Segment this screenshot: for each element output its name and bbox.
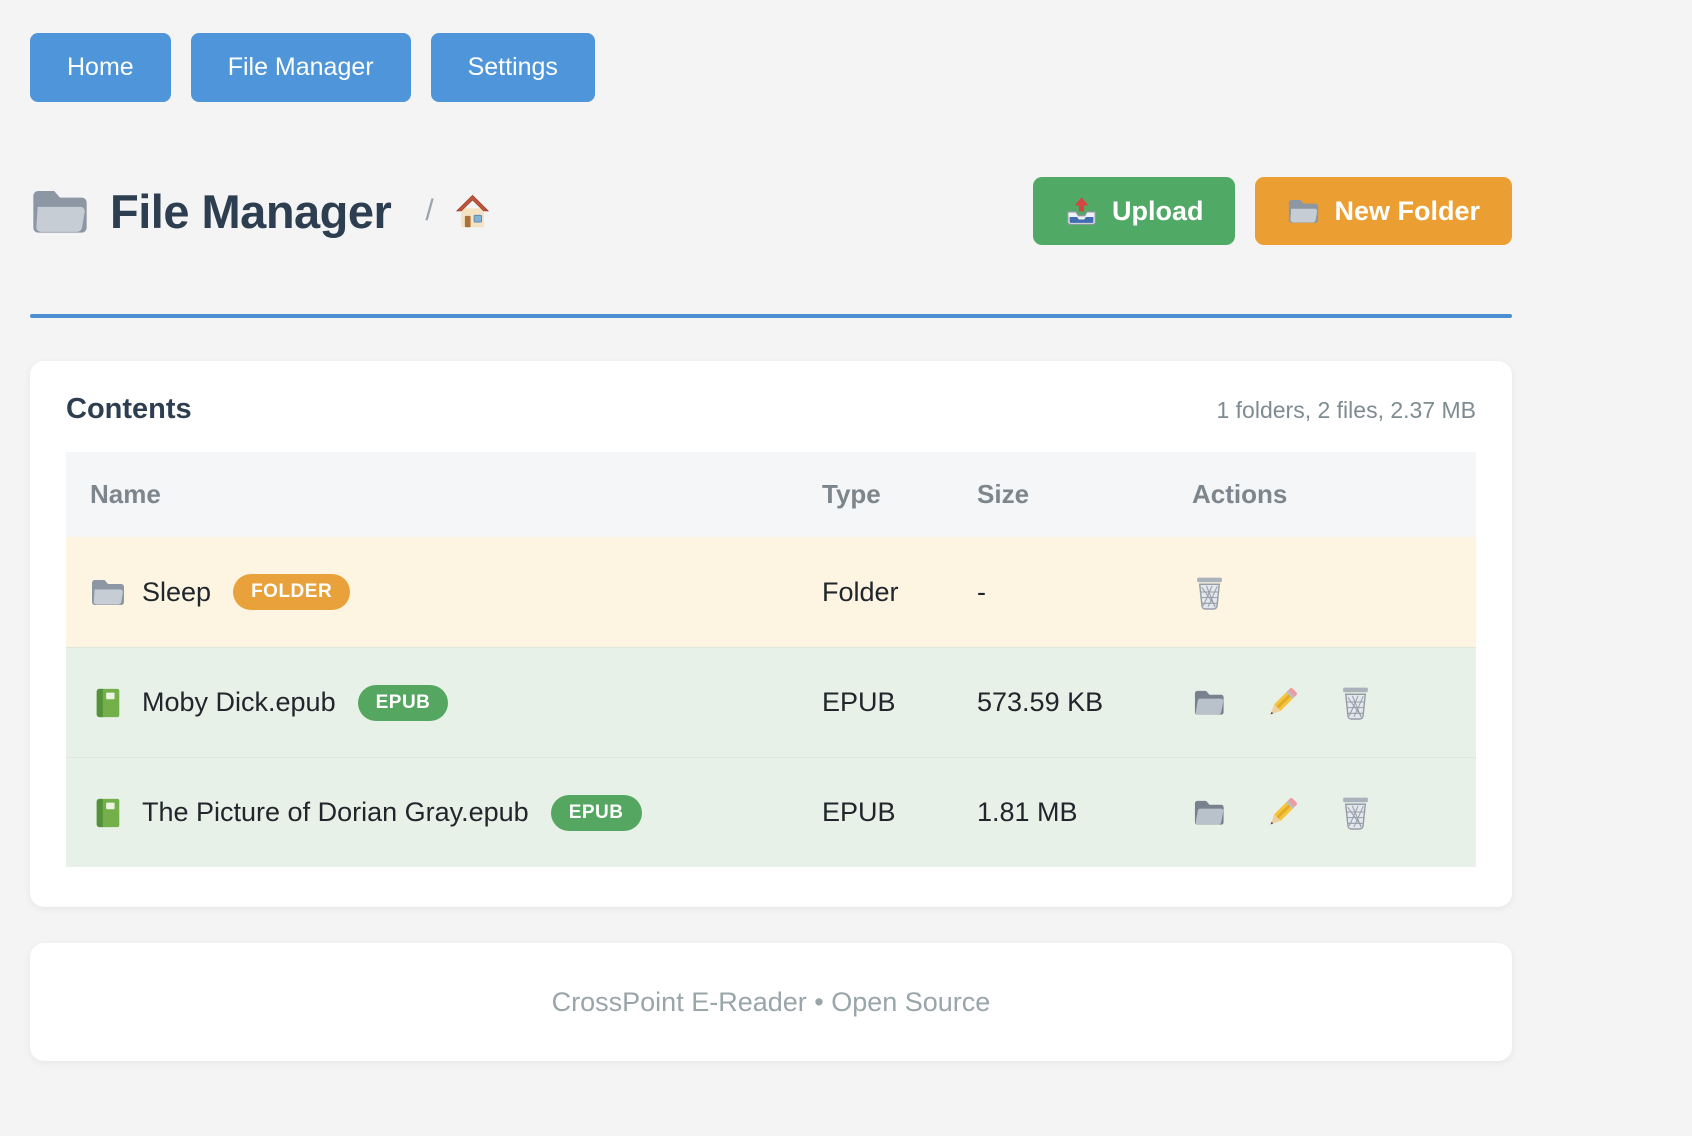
house-icon[interactable] [454, 193, 491, 230]
actions-cell [1192, 685, 1476, 720]
table-row: The Picture of Dorian Gray.epubEPUBEPUB1… [66, 757, 1476, 867]
page: Home File Manager Settings File Manager … [0, 0, 1512, 1061]
name-cell: Moby Dick.epub EPUB [90, 685, 822, 721]
contents-title: Contents [66, 393, 192, 426]
file-name[interactable]: The Picture of Dorian Gray.epub [142, 797, 529, 828]
upload-button-label: Upload [1112, 196, 1204, 227]
title-divider [30, 314, 1512, 318]
new-folder-button-label: New Folder [1334, 196, 1480, 227]
size-cell: - [977, 577, 1192, 608]
table-row: Moby Dick.epubEPUBEPUB573.59 KB [66, 647, 1476, 757]
file-name[interactable]: Sleep [142, 577, 211, 608]
column-header-name: Name [90, 479, 822, 510]
type-badge: EPUB [551, 795, 642, 831]
page-title: File Manager [110, 184, 391, 239]
pencil-icon[interactable] [1265, 685, 1300, 720]
breadcrumb-separator: / [425, 194, 433, 228]
open-folder-icon[interactable] [1192, 685, 1227, 720]
file-table: Name Type Size Actions Sleep FOLDER Folder… [66, 452, 1476, 867]
trash-icon[interactable] [1338, 795, 1373, 830]
trash-icon[interactable] [1338, 685, 1373, 720]
size-cell: 1.81 MB [977, 797, 1192, 828]
new-folder-button[interactable]: New Folder [1255, 177, 1512, 245]
open-folder-icon[interactable] [1192, 795, 1227, 830]
footer-text: CrossPoint E-Reader • Open Source [552, 987, 991, 1018]
actions-cell [1192, 575, 1476, 610]
size-cell: 573.59 KB [977, 687, 1192, 718]
type-cell: Folder [822, 577, 977, 608]
folder-icon [1287, 196, 1320, 226]
upload-button[interactable]: Upload [1033, 177, 1236, 245]
header-actions: Upload New Folder [1033, 177, 1512, 245]
book-icon [90, 797, 126, 829]
name-cell: Sleep FOLDER [90, 574, 822, 610]
trash-icon[interactable] [1192, 575, 1227, 610]
file-name[interactable]: Moby Dick.epub [142, 687, 336, 718]
table-row: Sleep FOLDER Folder- [66, 537, 1476, 647]
nav-file-manager-button[interactable]: File Manager [191, 33, 411, 102]
page-header: File Manager / Upload New Folder [30, 168, 1512, 254]
folder-icon [30, 186, 90, 236]
table-header-row: Name Type Size Actions [66, 452, 1476, 537]
type-badge: EPUB [358, 685, 449, 721]
type-cell: EPUB [822, 797, 977, 828]
top-nav: Home File Manager Settings [30, 33, 1512, 102]
actions-cell [1192, 795, 1476, 830]
name-cell: The Picture of Dorian Gray.epub EPUB [90, 795, 822, 831]
type-badge: FOLDER [233, 574, 350, 610]
type-cell: EPUB [822, 687, 977, 718]
footer: CrossPoint E-Reader • Open Source [30, 943, 1512, 1061]
column-header-size: Size [977, 479, 1192, 510]
nav-home-button[interactable]: Home [30, 33, 171, 102]
contents-card: Contents 1 folders, 2 files, 2.37 MB Nam… [30, 361, 1512, 907]
nav-settings-button[interactable]: Settings [431, 33, 595, 102]
contents-card-header: Contents 1 folders, 2 files, 2.37 MB [66, 393, 1476, 426]
table-body: Sleep FOLDER Folder- Moby Dick.epub EPUB EPUB… [66, 537, 1476, 867]
column-header-actions: Actions [1192, 479, 1476, 510]
folder-icon [90, 576, 126, 608]
book-icon [90, 687, 126, 719]
contents-summary: 1 folders, 2 files, 2.37 MB [1216, 397, 1476, 424]
column-header-type: Type [822, 479, 977, 510]
upload-tray-icon [1065, 196, 1098, 226]
title-group: File Manager / [30, 184, 491, 239]
pencil-icon[interactable] [1265, 795, 1300, 830]
